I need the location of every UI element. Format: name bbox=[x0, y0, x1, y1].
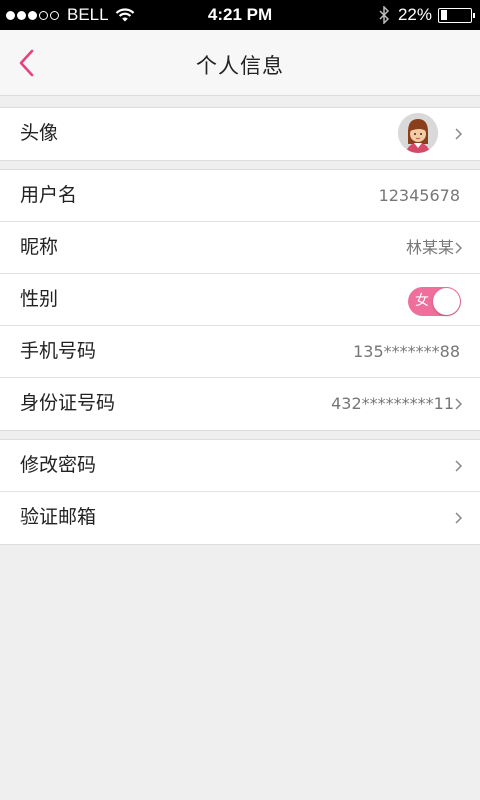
phone-value: 135*******88 bbox=[353, 342, 460, 361]
toggle-knob bbox=[433, 288, 460, 315]
avatar-image bbox=[398, 113, 438, 153]
change-password-row[interactable]: 修改密码 bbox=[0, 440, 480, 492]
username-value: 12345678 bbox=[378, 186, 460, 205]
phone-row: 手机号码 135*******88 bbox=[0, 326, 480, 378]
chevron-right-icon bbox=[455, 128, 463, 140]
gender-label: 性别 bbox=[20, 288, 59, 310]
id-number-row[interactable]: 身份证号码 432*********11 bbox=[0, 378, 480, 430]
gender-row: 性别 女 bbox=[0, 274, 480, 326]
chevron-right-icon bbox=[455, 512, 463, 524]
username-row: 用户名 12345678 bbox=[0, 170, 480, 222]
verify-email-row[interactable]: 验证邮箱 bbox=[0, 492, 480, 544]
status-bar: BELL 4:21 PM 22% bbox=[0, 0, 480, 30]
nickname-value: 林某某 bbox=[405, 238, 454, 257]
gender-toggle-label: 女 bbox=[415, 293, 429, 309]
gender-toggle[interactable]: 女 bbox=[408, 287, 461, 316]
battery-percent: 22% bbox=[397, 5, 432, 24]
page-title: 个人信息 bbox=[196, 54, 284, 78]
battery-level bbox=[440, 10, 447, 20]
chevron-right-icon bbox=[455, 460, 463, 472]
avatar-row[interactable]: 头像 bbox=[0, 108, 480, 160]
chevron-right-icon bbox=[455, 398, 463, 410]
phone-label: 手机号码 bbox=[20, 340, 97, 362]
username-label: 用户名 bbox=[20, 184, 78, 206]
nickname-row[interactable]: 昵称 林某某 bbox=[0, 222, 480, 274]
id-number-label: 身份证号码 bbox=[20, 392, 116, 414]
bluetooth-icon bbox=[379, 6, 390, 24]
change-password-label: 修改密码 bbox=[20, 454, 97, 476]
avatar[interactable] bbox=[398, 113, 438, 153]
info-group: 用户名 12345678 昵称 林某某 性别 女 手机号码 135*******… bbox=[0, 169, 480, 431]
status-right: 22% bbox=[379, 5, 475, 25]
avatar-label: 头像 bbox=[20, 122, 59, 144]
security-group: 修改密码 验证邮箱 bbox=[0, 439, 480, 545]
nav-bar: 个人信息 bbox=[0, 30, 480, 96]
id-number-value: 432*********11 bbox=[331, 394, 454, 413]
verify-email-label: 验证邮箱 bbox=[20, 506, 97, 528]
battery-icon bbox=[438, 7, 475, 23]
chevron-right-icon bbox=[455, 242, 463, 254]
avatar-group: 头像 bbox=[0, 107, 480, 161]
nickname-label: 昵称 bbox=[20, 236, 59, 258]
